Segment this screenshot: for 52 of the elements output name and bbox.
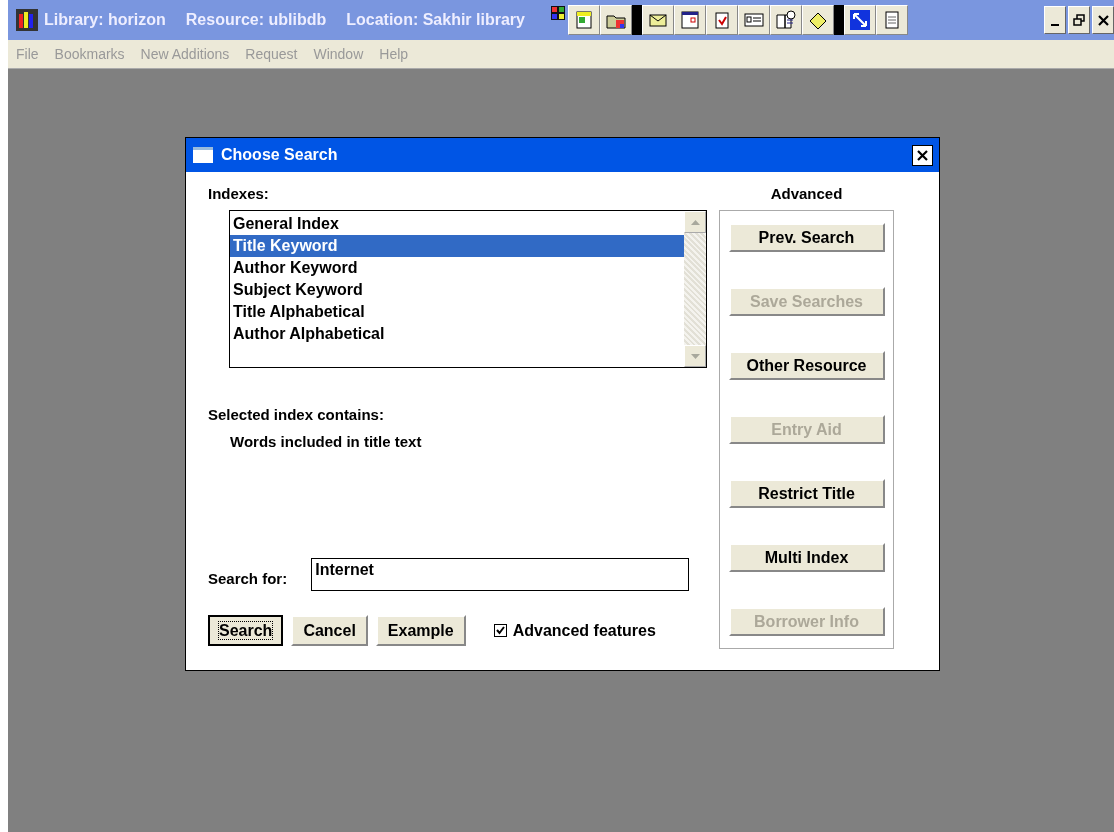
calendar-button[interactable]: [673, 5, 706, 35]
window-title: Location: Sakhir library: [346, 11, 525, 29]
close-icon: [1097, 14, 1109, 26]
advanced-button[interactable]: Other Resource: [728, 351, 885, 380]
list-item[interactable]: Author Alphabetical: [230, 323, 684, 345]
expand-icon: [848, 9, 871, 31]
document-button[interactable]: [567, 5, 600, 35]
window-title: Library: horizon: [44, 11, 166, 29]
restore-button[interactable]: [1068, 6, 1090, 34]
advanced-heading: Advanced: [770, 185, 843, 202]
list-item[interactable]: Title Keyword: [230, 235, 684, 257]
folder-button[interactable]: [599, 5, 632, 35]
restore-icon: [1073, 14, 1085, 26]
book-button[interactable]: [769, 5, 802, 35]
contains-label: Selected index contains:: [208, 406, 385, 423]
up-arrow-icon: [690, 219, 700, 225]
advanced-button[interactable]: Multi Index: [728, 543, 885, 572]
card-button[interactable]: [737, 5, 770, 35]
dialog-button[interactable]: Example: [375, 615, 466, 646]
dialog-button[interactable]: Search: [208, 615, 284, 646]
note-button[interactable]: [801, 5, 834, 35]
close-button[interactable]: [912, 144, 933, 166]
minimize-icon: [1051, 24, 1059, 26]
expand-button[interactable]: [843, 5, 876, 35]
search-label: Search for:: [208, 570, 288, 587]
close-icon: [917, 149, 928, 161]
window-title: Resource: ublibdb: [185, 11, 327, 29]
book-icon: [774, 9, 797, 31]
indexes-label: Indexes:: [208, 185, 270, 202]
clipboard-button[interactable]: [705, 5, 738, 35]
advanced-button[interactable]: Prev. Search: [728, 223, 885, 252]
list-item[interactable]: Subject Keyword: [230, 279, 684, 301]
window-icon: [193, 147, 213, 163]
list-item[interactable]: Author Keyword: [230, 257, 684, 279]
toolbar-separator: [631, 5, 642, 35]
list-item[interactable]: General Index: [230, 213, 684, 235]
list-item[interactable]: Title Alphabetical: [230, 301, 684, 323]
advanced-button[interactable]: Restrict Title: [728, 479, 885, 508]
dialog-title: Choose Search: [221, 146, 338, 164]
index-description: Words included in title text: [230, 433, 423, 450]
grid-icon[interactable]: [550, 6, 565, 20]
app-icon: [16, 9, 38, 31]
toolbar-separator: [833, 5, 844, 35]
calendar-icon: [678, 9, 701, 31]
down-arrow-icon: [690, 353, 700, 359]
page-button[interactable]: [875, 5, 908, 35]
minimize-button[interactable]: [1044, 6, 1066, 34]
dialog-button[interactable]: Cancel: [291, 615, 368, 646]
search-field[interactable]: Internet: [311, 558, 690, 591]
checkbox-icon[interactable]: [493, 624, 507, 637]
advanced-checkbox[interactable]: Advanced features: [493, 621, 656, 640]
envelope-button[interactable]: [641, 5, 674, 35]
